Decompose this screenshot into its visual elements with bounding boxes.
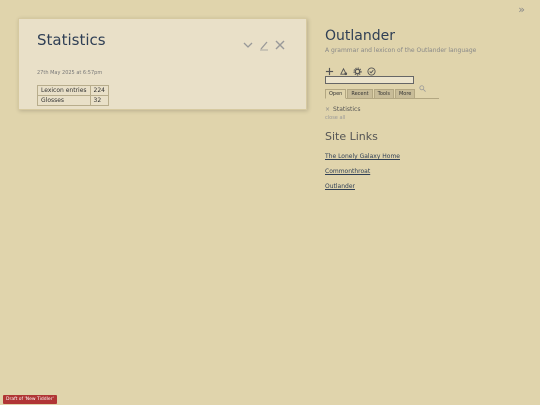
open-item-label[interactable]: Statistics	[333, 106, 360, 113]
site-links-heading: Site Links	[325, 130, 378, 143]
search-row	[325, 76, 525, 92]
page-controls	[325, 61, 525, 76]
draft-badge[interactable]: Draft of 'New Tiddler'	[3, 395, 57, 404]
open-list: × Statistics close all	[325, 106, 525, 121]
stats-table: Lexicon entries 224 Glosses 32	[37, 85, 109, 106]
settings-icon[interactable]	[353, 61, 362, 76]
link-commonthroat[interactable]: Commonthroat	[325, 168, 525, 175]
site-title: Outlander	[325, 28, 395, 44]
tab-recent[interactable]: Recent	[347, 89, 373, 99]
close-icon[interactable]: ×	[325, 106, 330, 113]
sidebar: Outlander A grammar and lexicon of the O…	[325, 28, 525, 190]
list-item[interactable]: × Statistics	[325, 106, 525, 113]
link-outlander[interactable]: Outlander	[325, 183, 525, 190]
tiddler-subtitle: 27th May 2025 at 6:57pm	[37, 70, 103, 76]
close-all-button[interactable]: close all	[325, 115, 525, 121]
search-input[interactable]	[325, 76, 414, 84]
search-icon[interactable]	[419, 77, 426, 92]
stat-label: Lexicon entries	[37, 85, 91, 96]
sidebar-toggle-icon[interactable]: »	[518, 3, 525, 16]
stat-value: 32	[89, 95, 109, 106]
link-lonely-galaxy-home[interactable]: The Lonely Galaxy Home	[325, 153, 525, 160]
tab-open[interactable]: Open	[325, 89, 347, 99]
table-row: Glosses 32	[37, 95, 109, 106]
chevron-down-icon[interactable]	[242, 36, 254, 48]
close-icon[interactable]	[274, 36, 286, 50]
tiddler-title: Statistics	[37, 31, 106, 49]
import-icon[interactable]	[339, 61, 348, 76]
stat-label: Glosses	[37, 95, 91, 106]
tab-tools[interactable]: Tools	[373, 89, 394, 99]
table-row: Lexicon entries 224	[37, 85, 109, 96]
site-subtitle: A grammar and lexicon of the Outlander l…	[325, 47, 477, 54]
edit-icon[interactable]	[258, 36, 270, 51]
stat-value: 224	[89, 85, 109, 96]
new-tiddler-icon[interactable]	[325, 61, 334, 76]
check-icon[interactable]	[367, 61, 376, 76]
tiddler-controls	[242, 36, 286, 51]
tab-more[interactable]: More	[394, 89, 416, 99]
statistics-tiddler: Statistics 27th May 2025 at 6:57pm Lexic…	[18, 18, 307, 110]
